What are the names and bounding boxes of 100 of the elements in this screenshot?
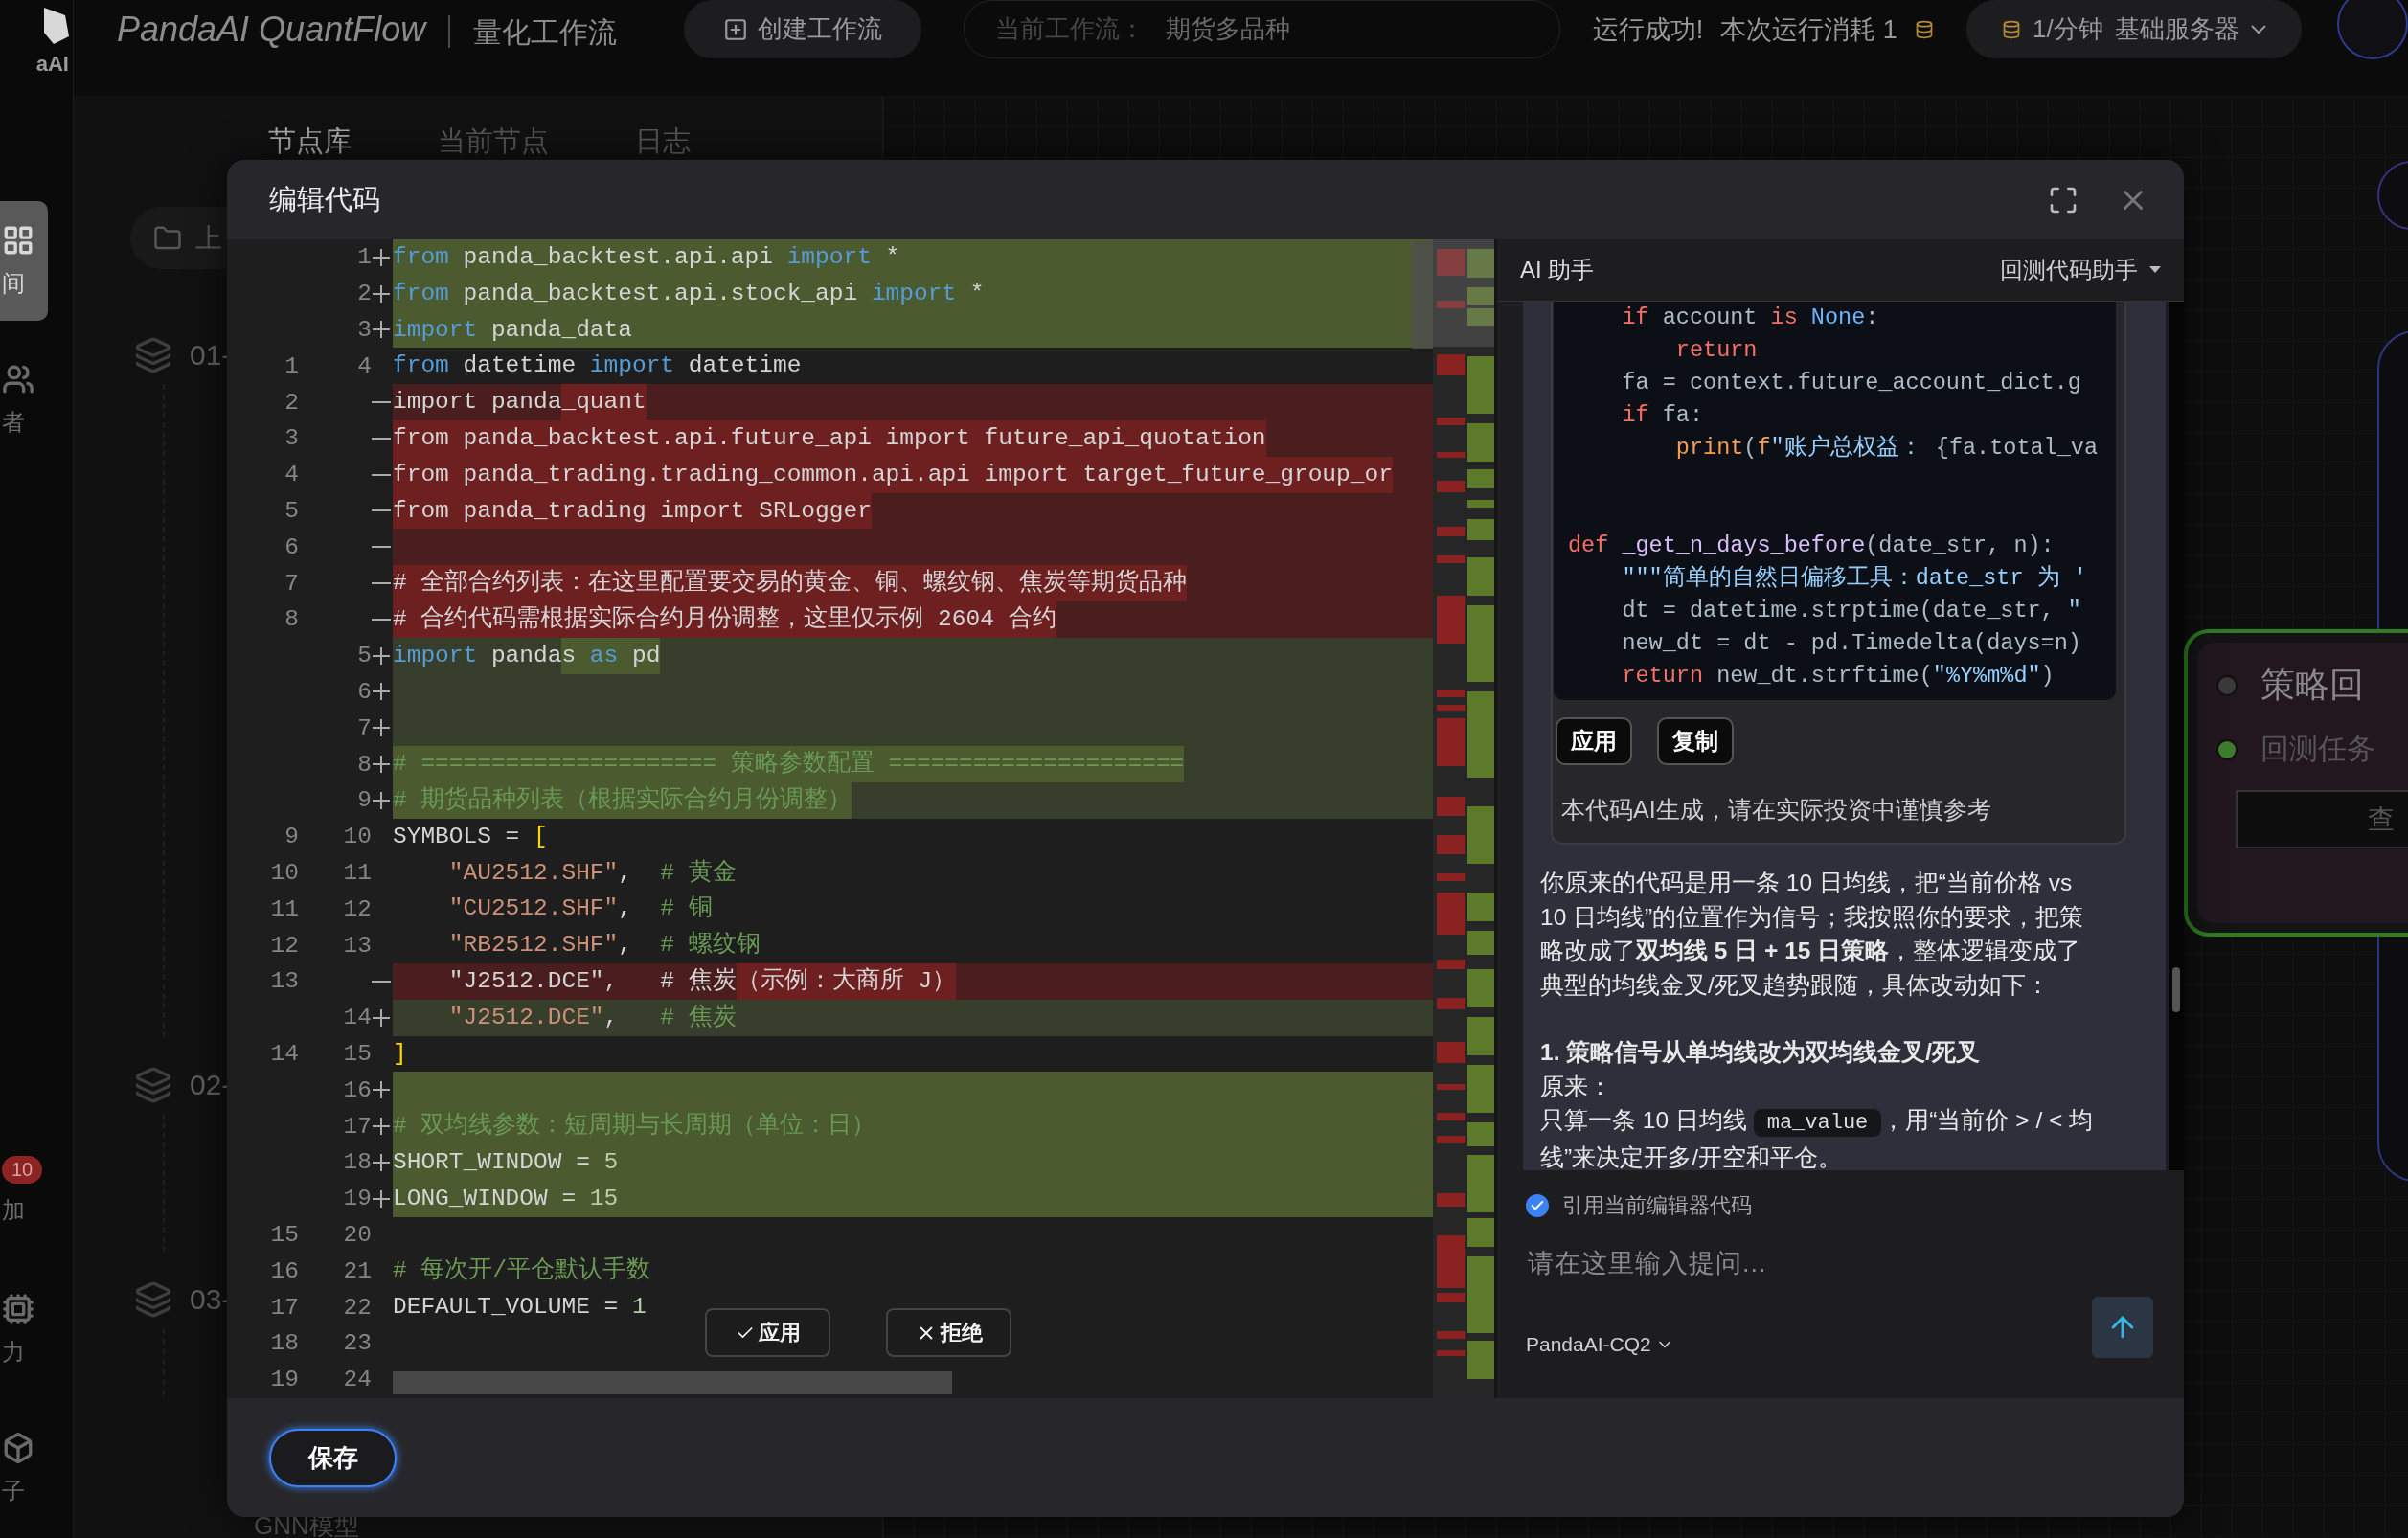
rail-item[interactable]: 子 <box>0 1409 48 1528</box>
line-number: 11 <box>269 895 299 922</box>
checkbox-label: 引用当前编辑器代码 <box>1562 1192 1752 1219</box>
line-number: 12 <box>342 895 372 922</box>
line-number: 1 <box>356 244 372 271</box>
line-number: 16 <box>342 1076 372 1103</box>
minus-icon <box>372 581 391 586</box>
minus-icon <box>372 400 391 405</box>
code-line: """简单的自然日偏移工具：date_str 为 ' <box>1621 564 2088 593</box>
line-number: 19 <box>342 1186 372 1212</box>
code-line[interactable]: "AU2512.SHF", # 黄金 <box>393 854 1433 892</box>
line-number: 7 <box>284 570 299 597</box>
checkbox[interactable] <box>1526 1194 1549 1217</box>
scrollbar-thumb[interactable] <box>2172 967 2180 1012</box>
line-number: 8 <box>284 606 299 633</box>
code-line[interactable]: "RB2512.SHF", # 螺纹钢 <box>393 927 1433 963</box>
panel-tab[interactable]: 节点库 <box>268 123 352 161</box>
run-cost: 本次运行消耗 1 <box>1720 13 1897 46</box>
copy-button[interactable]: 复制 <box>1657 717 1734 765</box>
plus-icon <box>372 320 391 340</box>
line-number: 23 <box>342 1330 372 1357</box>
logo-text: aAI <box>35 52 69 77</box>
reject-button[interactable]: 拒绝 <box>886 1308 1011 1357</box>
caret-icon <box>2149 266 2161 274</box>
scrollbar-thumb[interactable] <box>393 1371 952 1394</box>
server-select[interactable]: 1/分钟 基础服务器 <box>1965 0 2302 58</box>
line-number: 8 <box>356 751 372 778</box>
line-number: 18 <box>342 1149 372 1176</box>
line-number: 9 <box>284 824 299 850</box>
line-number: 6 <box>356 678 372 705</box>
chevron-down-icon <box>2250 24 2266 34</box>
message-text: 你原来的代码是用一条 10 日均线，把“当前价格 vs 10 日均线”的位置作为信号；我按照你的要求，把策略改成了双均线 5 日 + 15 日策略，整体逻辑变成了典型的均线金叉/死叉趋势跟随，具体改动如下： <box>1540 869 2085 1000</box>
line-number: 1 <box>284 352 299 379</box>
code-line: print(f"账户总权益： {fa.total_va <box>1674 434 2099 463</box>
line-number: 6 <box>284 533 299 560</box>
line-number: 9 <box>356 787 372 814</box>
line-number: 18 <box>269 1330 299 1357</box>
line-number: 10 <box>269 859 299 886</box>
coins-icon <box>1914 19 1934 39</box>
question-input[interactable]: 请在这里输入提问... <box>1526 1241 2153 1285</box>
accept-button[interactable]: 应用 <box>705 1308 830 1357</box>
line-number: 13 <box>342 932 372 959</box>
code-line[interactable]: from datetime import datetime <box>393 348 1433 385</box>
plus-icon <box>372 645 391 666</box>
node-port: 回测任务 <box>2260 732 2375 766</box>
box-icon <box>2 1431 34 1464</box>
line-number: 24 <box>342 1367 372 1393</box>
code-line[interactable]: SYMBOLS = [ <box>393 818 1433 855</box>
port-dot <box>2216 738 2238 760</box>
line-number: 16 <box>269 1257 299 1284</box>
workflow-label: 当前工作流： <box>995 13 1146 45</box>
assistant-select[interactable]: 回测代码助手 <box>2000 255 2161 285</box>
layers-icon <box>134 1280 172 1319</box>
line-number: 15 <box>269 1221 299 1248</box>
minus-icon <box>372 436 391 441</box>
line-number: 5 <box>284 497 299 524</box>
line-number: 2 <box>356 281 372 307</box>
disclaimer-text: 本代码AI生成，请在实际投资中谨慎参考 <box>1560 795 1992 825</box>
code-line[interactable]: ] <box>393 1035 1433 1073</box>
create-workflow-button[interactable]: 创建工作流 <box>684 0 922 58</box>
line-number: 15 <box>342 1040 372 1067</box>
rail-item[interactable]: 者 <box>0 340 48 460</box>
rail-item[interactable]: 10 加 <box>0 1131 48 1251</box>
minus-icon <box>372 979 391 984</box>
minus-icon <box>372 472 391 477</box>
minus-icon <box>372 617 391 622</box>
code-line: fa = context.future_account_dict.g <box>1621 369 2082 397</box>
node-title: 策略回 <box>2260 664 2364 706</box>
layers-icon <box>134 336 172 374</box>
plus-icon <box>372 682 391 702</box>
coins-icon <box>2002 19 2022 39</box>
plus-icon <box>372 755 391 775</box>
line-number: 11 <box>342 859 372 886</box>
model-select[interactable]: PandaAI-CQ2 <box>1526 1333 1674 1356</box>
line-number: 4 <box>356 352 372 379</box>
line-number: 3 <box>284 425 299 452</box>
plus-icon <box>372 1080 391 1100</box>
rail-item[interactable]: 力 <box>0 1270 48 1390</box>
minus-icon <box>372 509 391 513</box>
run-status: 运行成功! <box>1592 13 1704 46</box>
code-line[interactable]: "CU2512.SHF", # 铜 <box>393 891 1433 928</box>
line-number: 4 <box>284 462 299 488</box>
code-line[interactable]: # 每次开/平仓默认手数 <box>393 1253 1433 1290</box>
brand-name: PandaAI QuantFlow <box>117 10 426 50</box>
code-line: def _get_n_days_before(date_str, n): <box>1568 532 2056 560</box>
line-number: 17 <box>269 1294 299 1321</box>
code-line: return new_dt.strftime("%Y%m%d") <box>1621 662 2056 690</box>
scrollbar-thumb[interactable] <box>1412 241 1433 349</box>
apply-button[interactable]: 应用 <box>1556 717 1632 765</box>
chip-icon <box>2 1292 34 1325</box>
line-number: 3 <box>356 317 372 343</box>
panel-title: AI 助手 <box>1520 256 1595 284</box>
rail-item[interactable]: 间 <box>0 201 48 321</box>
inline-code: ma_value <box>1753 1109 1882 1137</box>
save-button[interactable]: 保存 <box>269 1428 397 1487</box>
plus-icon <box>372 1152 391 1172</box>
line-number: 20 <box>342 1221 372 1248</box>
send-button[interactable] <box>2092 1297 2153 1358</box>
workflow-field[interactable]: 当前工作流： 期货多品种 <box>964 0 1560 58</box>
code-line: return <box>1674 336 1759 365</box>
